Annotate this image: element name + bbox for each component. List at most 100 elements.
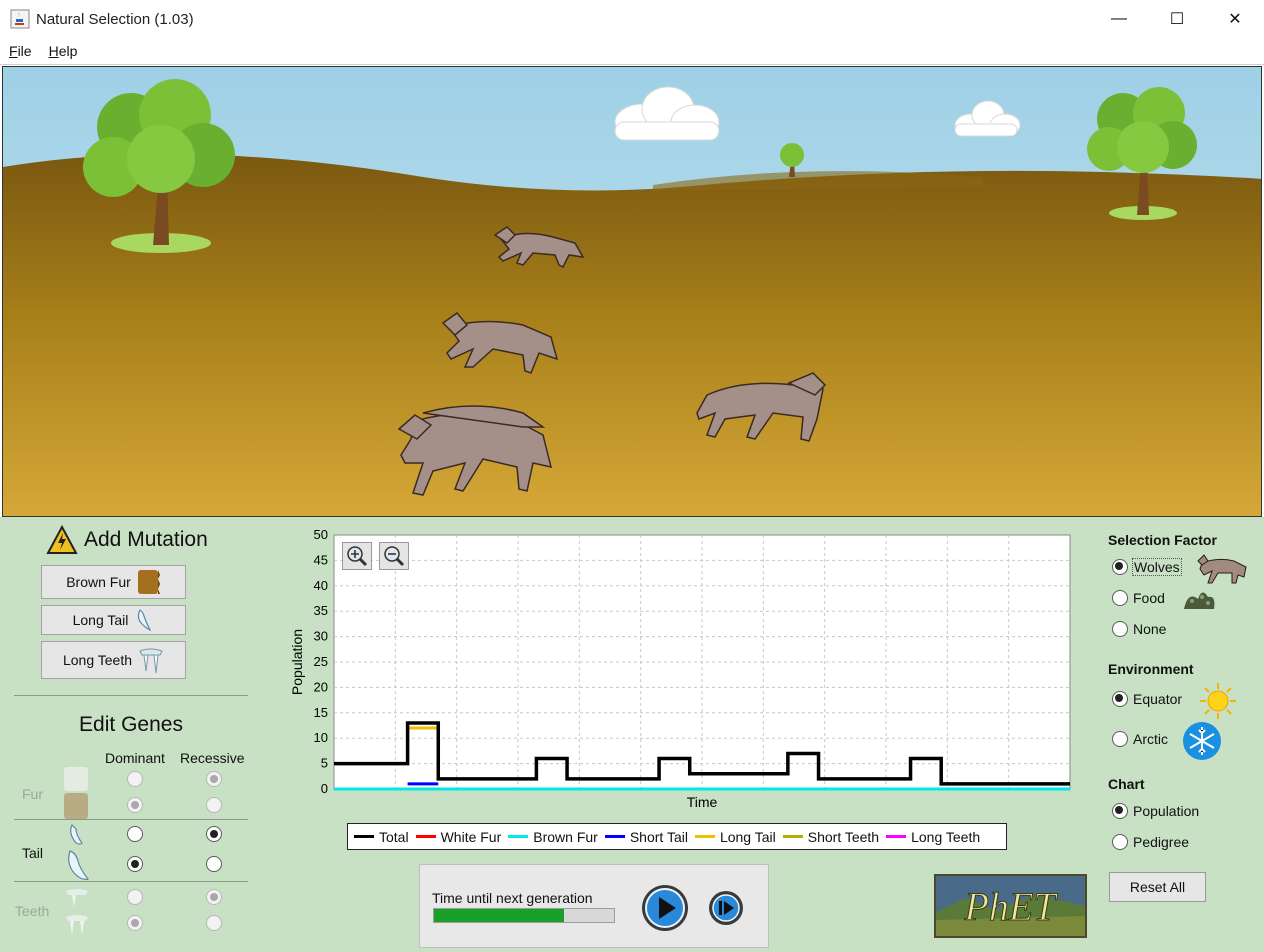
step-button[interactable] bbox=[707, 889, 745, 927]
pedigree-radio[interactable] bbox=[1112, 834, 1128, 850]
window-title: Natural Selection (1.03) bbox=[36, 10, 194, 28]
arctic-option[interactable]: Arctic bbox=[1112, 731, 1168, 747]
teeth-recessive-top-radio[interactable] bbox=[206, 889, 222, 905]
zoom-out-button[interactable] bbox=[379, 542, 409, 570]
legend-swatch bbox=[508, 835, 529, 838]
none-option[interactable]: None bbox=[1112, 621, 1166, 637]
legend-label: Brown Fur bbox=[533, 828, 598, 845]
teeth-dominant-bottom-radio[interactable] bbox=[127, 915, 143, 931]
legend-item-long-teeth: Long Teeth bbox=[886, 829, 980, 845]
long-tail-button[interactable]: Long Tail bbox=[41, 605, 186, 635]
y-axis-label: Population bbox=[290, 629, 305, 695]
long-tail-icon bbox=[138, 609, 152, 632]
y-tick-label: 0 bbox=[321, 781, 328, 796]
arctic-radio[interactable] bbox=[1112, 731, 1128, 747]
fur-recessive-top-radio[interactable] bbox=[206, 771, 222, 787]
close-button[interactable]: ✕ bbox=[1206, 0, 1264, 38]
add-mutation-heading: Add Mutation bbox=[46, 525, 208, 555]
java-app-icon bbox=[10, 9, 30, 29]
food-option[interactable]: Food bbox=[1112, 590, 1165, 606]
food-radio[interactable] bbox=[1112, 590, 1128, 606]
title-bar: Natural Selection (1.03) — ☐ ✕ bbox=[0, 0, 1264, 38]
zoom-out-icon bbox=[384, 546, 405, 567]
tail-recessive-bottom-radio[interactable] bbox=[206, 856, 222, 872]
fur-recessive-bottom-radio[interactable] bbox=[206, 797, 222, 813]
control-area: Add Mutation Brown Fur Long Tail Long Te… bbox=[0, 517, 1264, 952]
y-tick-label: 25 bbox=[314, 654, 328, 669]
legend-swatch bbox=[354, 835, 374, 838]
zoom-in-button[interactable] bbox=[342, 542, 372, 570]
gene-label-teeth: Teeth bbox=[15, 903, 50, 919]
gene-label-fur: Fur bbox=[22, 786, 43, 802]
settings-panel: Selection Factor Wolves Food None Enviro… bbox=[1096, 517, 1264, 952]
none-radio[interactable] bbox=[1112, 621, 1128, 637]
wolves-option[interactable]: Wolves bbox=[1112, 558, 1182, 576]
population-option[interactable]: Population bbox=[1112, 803, 1199, 819]
equator-radio[interactable] bbox=[1112, 691, 1128, 707]
legend-swatch bbox=[886, 835, 907, 838]
phet-logo[interactable]: PhET bbox=[934, 874, 1087, 938]
long-teeth-label: Long Teeth bbox=[62, 652, 133, 668]
y-tick-label: 30 bbox=[314, 629, 328, 644]
legend-label: Short Tail bbox=[629, 828, 688, 845]
y-tick-label: 50 bbox=[314, 527, 328, 542]
brown-fur-icon bbox=[137, 570, 160, 594]
gene-row-divider bbox=[14, 881, 248, 882]
legend-label: Long Tail bbox=[719, 828, 776, 845]
tail-recessive-top-radio[interactable] bbox=[206, 826, 222, 842]
legend-swatch bbox=[782, 835, 803, 838]
generation-progress-bar bbox=[433, 908, 615, 923]
legend-item-long-tail: Long Tail bbox=[694, 828, 776, 845]
legend-label: White Fur bbox=[440, 828, 502, 845]
minimize-button[interactable]: — bbox=[1090, 0, 1148, 38]
fur-gene-icon bbox=[64, 767, 88, 819]
population-chart: 0 5 10 15 20 25 30 35 40 45 50 Population Time bbox=[289, 525, 1080, 825]
population-radio[interactable] bbox=[1112, 803, 1128, 819]
chart-type-title: Chart bbox=[1108, 776, 1145, 792]
wolf-icon bbox=[1197, 554, 1247, 584]
y-tick-label: 10 bbox=[314, 730, 328, 745]
brown-fur-button[interactable]: Brown Fur bbox=[41, 565, 186, 599]
generation-progress-fill bbox=[434, 909, 564, 922]
legend-item-short-teeth: Short Teeth bbox=[782, 829, 879, 845]
dominant-header: Dominant bbox=[105, 750, 165, 766]
none-label: None bbox=[1133, 621, 1167, 637]
pedigree-option[interactable]: Pedigree bbox=[1112, 834, 1189, 850]
step-icon bbox=[709, 891, 743, 925]
pedigree-label: Pedigree bbox=[1133, 834, 1190, 850]
legend-item-short-tail: Short Tail bbox=[604, 828, 688, 845]
y-tick-label: 40 bbox=[314, 578, 328, 593]
landscape-illustration bbox=[3, 67, 1261, 516]
tail-dominant-bottom-radio[interactable] bbox=[127, 856, 143, 872]
reset-all-button[interactable]: Reset All bbox=[1109, 872, 1206, 902]
maximize-button[interactable]: ☐ bbox=[1148, 0, 1206, 38]
play-button[interactable] bbox=[640, 883, 690, 933]
tail-dominant-top-radio[interactable] bbox=[127, 826, 143, 842]
y-tick-label: 5 bbox=[321, 756, 328, 771]
x-axis-label: Time bbox=[687, 794, 718, 810]
legend-swatch bbox=[415, 835, 436, 838]
y-tick-label: 20 bbox=[314, 679, 328, 694]
wolves-radio[interactable] bbox=[1112, 559, 1128, 575]
y-ticks: 0 5 10 15 20 25 30 35 40 45 50 bbox=[314, 527, 328, 796]
menu-file[interactable]: File bbox=[9, 43, 32, 59]
legend-item-white-fur: White Fur bbox=[415, 828, 502, 845]
population-label: Population bbox=[1133, 803, 1200, 819]
equator-option[interactable]: Equator bbox=[1112, 691, 1182, 707]
menu-bar: File Help bbox=[0, 38, 1264, 65]
gene-row-divider bbox=[14, 819, 248, 820]
legend-label: Total bbox=[379, 828, 409, 845]
generation-timer: Time until next generation bbox=[419, 864, 769, 948]
fur-dominant-top-radio[interactable] bbox=[127, 771, 143, 787]
teeth-recessive-bottom-radio[interactable] bbox=[206, 915, 222, 931]
fur-dominant-bottom-radio[interactable] bbox=[127, 797, 143, 813]
teeth-dominant-top-radio[interactable] bbox=[127, 889, 143, 905]
y-tick-label: 35 bbox=[314, 603, 328, 618]
tail-gene-icon bbox=[68, 823, 90, 880]
arctic-label: Arctic bbox=[1133, 731, 1168, 747]
food-icon bbox=[1184, 592, 1215, 609]
long-teeth-button[interactable]: Long Teeth bbox=[41, 641, 186, 679]
legend-swatch bbox=[604, 835, 625, 838]
equator-label: Equator bbox=[1133, 691, 1183, 707]
menu-help[interactable]: Help bbox=[49, 43, 78, 59]
